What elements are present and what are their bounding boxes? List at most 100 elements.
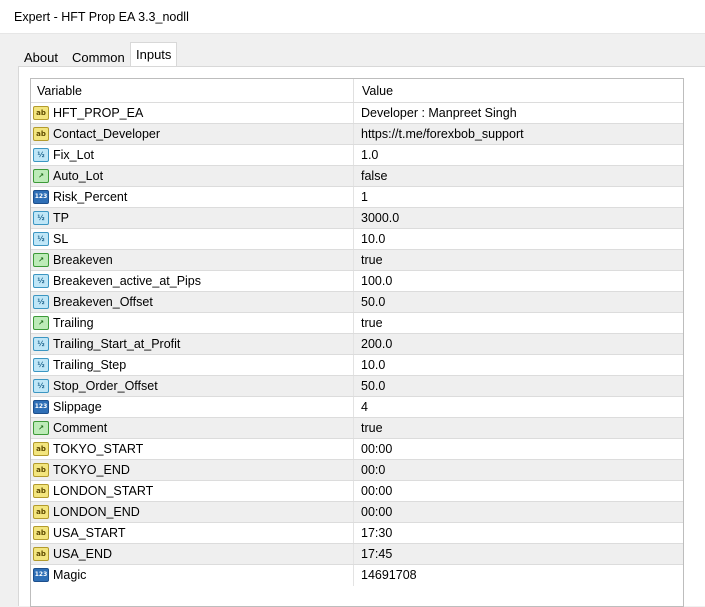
variable-value[interactable]: 00:00 — [361, 505, 392, 519]
cell-separator — [353, 208, 354, 229]
table-row[interactable]: ↗ Comment true — [31, 417, 683, 439]
table-row[interactable]: ½ Trailing_Step 10.0 — [31, 354, 683, 376]
cell-separator — [353, 166, 354, 187]
integer-type-icon: 123 — [33, 400, 49, 414]
variable-value[interactable]: Developer : Manpreet Singh — [361, 106, 517, 120]
variable-value[interactable]: 100.0 — [361, 274, 392, 288]
string-type-icon: ab — [33, 547, 49, 561]
table-row[interactable]: ab TOKYO_END 00:0 — [31, 459, 683, 481]
column-header-value[interactable]: Value — [362, 84, 393, 98]
expert-dialog: Expert - HFT Prop EA 3.3_nodll About Com… — [0, 0, 705, 607]
inputs-table: Variable Value ab HFT_PROP_EA Developer : … — [30, 78, 684, 607]
variable-value[interactable]: 1 — [361, 190, 368, 204]
variable-value[interactable]: 10.0 — [361, 358, 385, 372]
table-row[interactable]: ↗ Auto_Lot false — [31, 165, 683, 187]
variable-name: TOKYO_END — [53, 463, 130, 477]
variable-name: USA_END — [53, 547, 113, 561]
table-body: ab HFT_PROP_EA Developer : Manpreet Singh a… — [31, 102, 683, 586]
variable-name: Breakeven_active_at_Pips — [53, 274, 202, 288]
variable-value[interactable]: 4 — [361, 400, 368, 414]
column-header-variable[interactable]: Variable — [37, 84, 82, 98]
variable-name: HFT_PROP_EA — [53, 106, 144, 120]
table-row[interactable]: ½ SL 10.0 — [31, 228, 683, 250]
table-row[interactable]: ½ Breakeven_Offset 50.0 — [31, 291, 683, 313]
variable-name: Magic — [53, 568, 87, 582]
tab-common[interactable]: Common — [66, 46, 131, 67]
string-type-icon: ab — [33, 463, 49, 477]
table-row[interactable]: ↗ Trailing true — [31, 312, 683, 334]
cell-separator — [353, 187, 354, 208]
variable-value[interactable]: false — [361, 169, 387, 183]
variable-value[interactable]: 3000.0 — [361, 211, 399, 225]
variable-value[interactable]: true — [361, 421, 383, 435]
variable-value[interactable]: 17:30 — [361, 526, 392, 540]
variable-name: TP — [53, 211, 69, 225]
variable-value[interactable]: 50.0 — [361, 295, 385, 309]
table-row[interactable]: ½ Fix_Lot 1.0 — [31, 144, 683, 166]
tab-about[interactable]: About — [18, 46, 64, 67]
variable-value[interactable]: 17:45 — [361, 547, 392, 561]
table-row[interactable]: 123 Magic 14691708 — [31, 564, 683, 586]
variable-name: Contact_Developer — [53, 127, 161, 141]
variable-name: Slippage — [53, 400, 102, 414]
cell-separator — [353, 397, 354, 418]
double-type-icon: ½ — [33, 358, 49, 372]
variable-value[interactable]: 00:0 — [361, 463, 385, 477]
string-type-icon: ab — [33, 442, 49, 456]
table-row[interactable]: ½ Breakeven_active_at_Pips 100.0 — [31, 270, 683, 292]
string-type-icon: ab — [33, 505, 49, 519]
variable-name: Risk_Percent — [53, 190, 128, 204]
variable-name: Trailing_Step — [53, 358, 127, 372]
variable-value[interactable]: 1.0 — [361, 148, 378, 162]
table-row[interactable]: ½ Trailing_Start_at_Profit 200.0 — [31, 333, 683, 355]
boolean-type-icon: ↗ — [33, 316, 49, 330]
variable-value[interactable]: https://t.me/forexbob_support — [361, 127, 524, 141]
table-row[interactable]: 123 Slippage 4 — [31, 396, 683, 418]
title-bar[interactable]: Expert - HFT Prop EA 3.3_nodll — [0, 0, 705, 34]
variable-value[interactable]: 50.0 — [361, 379, 385, 393]
cell-separator — [353, 250, 354, 271]
table-row[interactable]: ab LONDON_END 00:00 — [31, 501, 683, 523]
variable-value[interactable]: 10.0 — [361, 232, 385, 246]
cell-separator — [353, 481, 354, 502]
tab-inputs[interactable]: Inputs — [130, 42, 178, 68]
variable-value[interactable]: 00:00 — [361, 484, 392, 498]
column-separator[interactable] — [353, 79, 354, 102]
table-row[interactable]: ab TOKYO_START 00:00 — [31, 438, 683, 460]
table-row[interactable]: ½ TP 3000.0 — [31, 207, 683, 229]
string-type-icon: ab — [33, 127, 49, 141]
variable-name: USA_START — [53, 526, 126, 540]
variable-value[interactable]: 200.0 — [361, 337, 392, 351]
cell-separator — [353, 124, 354, 145]
double-type-icon: ½ — [33, 232, 49, 246]
table-row[interactable]: ↗ Breakeven true — [31, 249, 683, 271]
cell-separator — [353, 334, 354, 355]
cell-separator — [353, 565, 354, 586]
cell-separator — [353, 313, 354, 334]
table-row[interactable]: ab LONDON_START 00:00 — [31, 480, 683, 502]
boolean-type-icon: ↗ — [33, 253, 49, 267]
variable-name: Auto_Lot — [53, 169, 104, 183]
variable-name: Comment — [53, 421, 108, 435]
variable-value[interactable]: true — [361, 253, 383, 267]
double-type-icon: ½ — [33, 379, 49, 393]
string-type-icon: ab — [33, 106, 49, 120]
cell-separator — [353, 502, 354, 523]
table-row[interactable]: ½ Stop_Order_Offset 50.0 — [31, 375, 683, 397]
variable-name: Breakeven — [53, 253, 113, 267]
variable-value[interactable]: true — [361, 316, 383, 330]
table-row[interactable]: ab USA_START 17:30 — [31, 522, 683, 544]
table-row[interactable]: ab HFT_PROP_EA Developer : Manpreet Singh — [31, 102, 683, 124]
variable-name: TOKYO_START — [53, 442, 144, 456]
variable-name: SL — [53, 232, 69, 246]
table-row[interactable]: ab Contact_Developer https://t.me/forexbob… — [31, 123, 683, 145]
variable-name: Trailing_Start_at_Profit — [53, 337, 181, 351]
integer-type-icon: 123 — [33, 568, 49, 582]
table-row[interactable]: ab USA_END 17:45 — [31, 543, 683, 565]
variable-value[interactable]: 14691708 — [361, 568, 417, 582]
table-row[interactable]: 123 Risk_Percent 1 — [31, 186, 683, 208]
variable-value[interactable]: 00:00 — [361, 442, 392, 456]
variable-name: Breakeven_Offset — [53, 295, 153, 309]
variable-name: LONDON_END — [53, 505, 140, 519]
double-type-icon: ½ — [33, 148, 49, 162]
